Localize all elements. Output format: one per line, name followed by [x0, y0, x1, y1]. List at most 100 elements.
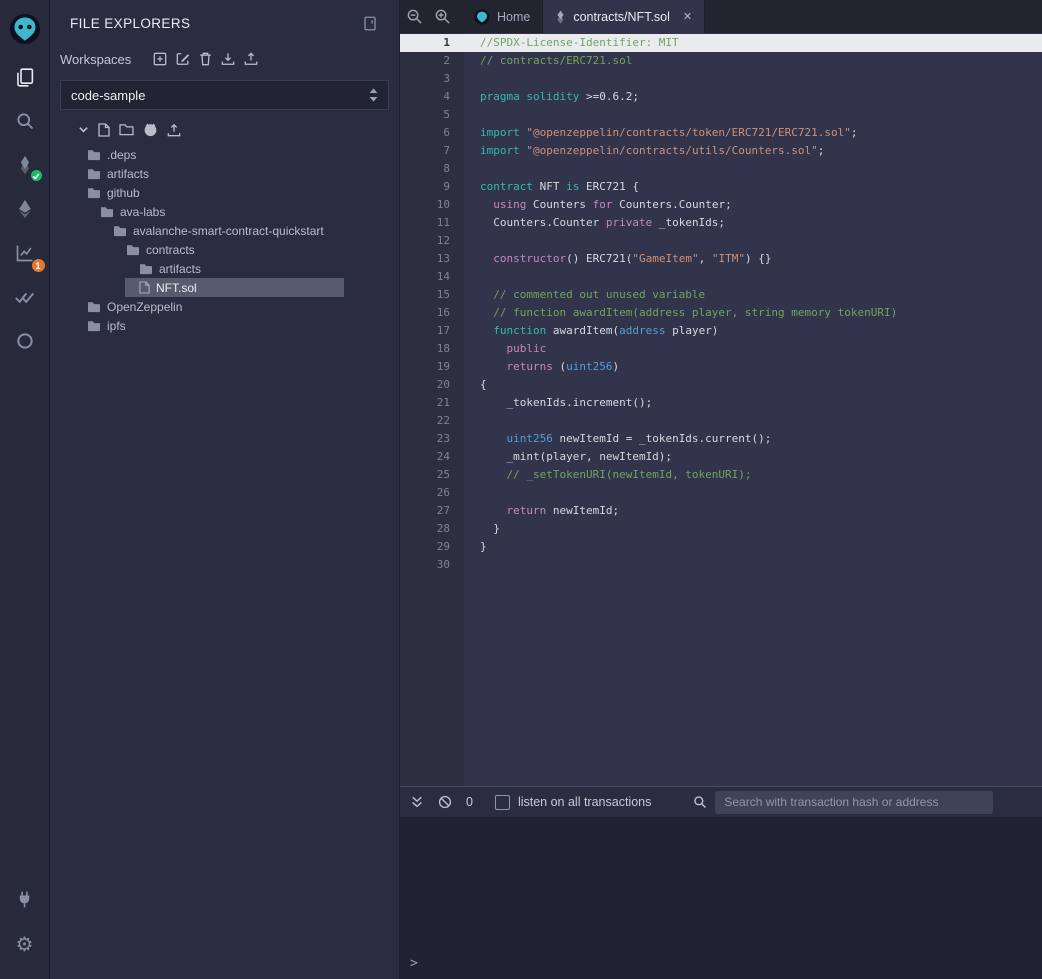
- code-line[interactable]: // _setTokenURI(newItemId, tokenURI);: [464, 466, 1042, 484]
- tree-folder-contracts[interactable]: contracts: [50, 240, 399, 259]
- publish-to-gist-icon[interactable]: [167, 123, 181, 137]
- new-folder-icon[interactable]: [119, 123, 134, 136]
- code-line[interactable]: [464, 268, 1042, 286]
- line-number[interactable]: 20: [400, 376, 464, 394]
- line-number[interactable]: 5: [400, 106, 464, 124]
- line-number[interactable]: 21: [400, 394, 464, 412]
- create-workspace-icon[interactable]: [153, 52, 167, 66]
- code-line[interactable]: Counters.Counter private _tokenIds;: [464, 214, 1042, 232]
- line-number[interactable]: 16: [400, 304, 464, 322]
- tab-contracts-nft-sol[interactable]: contracts/NFT.sol ✕: [543, 0, 705, 33]
- line-number[interactable]: 25: [400, 466, 464, 484]
- code-line[interactable]: // function awardItem(address player, st…: [464, 304, 1042, 322]
- line-number[interactable]: 10: [400, 196, 464, 214]
- code-line[interactable]: [464, 412, 1042, 430]
- line-number[interactable]: 11: [400, 214, 464, 232]
- tree-folder-ipfs[interactable]: ipfs: [50, 316, 399, 335]
- line-number[interactable]: 22: [400, 412, 464, 430]
- expand-terminal-icon[interactable]: [410, 795, 424, 809]
- code-line[interactable]: }: [464, 538, 1042, 556]
- line-number[interactable]: 13: [400, 250, 464, 268]
- tree-folder-avalanche-smart-contract-quickstart[interactable]: avalanche-smart-contract-quickstart: [50, 221, 399, 240]
- line-number[interactable]: 14: [400, 268, 464, 286]
- line-number[interactable]: 6: [400, 124, 464, 142]
- line-number[interactable]: 30: [400, 556, 464, 574]
- code-line[interactable]: [464, 106, 1042, 124]
- remix-logo-icon[interactable]: [0, 5, 50, 53]
- tree-file-NFT.sol[interactable]: NFT.sol: [125, 278, 344, 297]
- restore-workspaces-icon[interactable]: [244, 52, 258, 66]
- line-number[interactable]: 2: [400, 52, 464, 70]
- line-number[interactable]: 4: [400, 88, 464, 106]
- line-number[interactable]: 26: [400, 484, 464, 502]
- settings-gear-icon[interactable]: ⚙: [0, 923, 50, 967]
- line-number[interactable]: 1: [400, 34, 464, 52]
- tree-folder-ava-labs[interactable]: ava-labs: [50, 202, 399, 221]
- code-editor[interactable]: 1234567891011121314151617181920212223242…: [400, 33, 1042, 786]
- code-line[interactable]: // commented out unused variable: [464, 286, 1042, 304]
- code-line[interactable]: import "@openzeppelin/contracts/utils/Co…: [464, 142, 1042, 160]
- listen-transactions-label[interactable]: listen on all transactions: [518, 795, 651, 809]
- new-file-icon[interactable]: [98, 123, 110, 137]
- plugin-circle-icon[interactable]: [0, 319, 50, 363]
- code-line[interactable]: constructor() ERC721("GameItem", "ITM") …: [464, 250, 1042, 268]
- close-tab-icon[interactable]: ✕: [683, 10, 692, 23]
- code-line[interactable]: using Counters for Counters.Counter;: [464, 196, 1042, 214]
- line-number[interactable]: 3: [400, 70, 464, 88]
- line-number[interactable]: 9: [400, 178, 464, 196]
- code-line[interactable]: [464, 232, 1042, 250]
- line-number[interactable]: 19: [400, 358, 464, 376]
- analytics-icon[interactable]: 1: [0, 231, 50, 275]
- code-line[interactable]: return newItemId;: [464, 502, 1042, 520]
- line-number[interactable]: 17: [400, 322, 464, 340]
- code-line[interactable]: uint256 newItemId = _tokenIds.current();: [464, 430, 1042, 448]
- code-line[interactable]: _mint(player, newItemId);: [464, 448, 1042, 466]
- zoom-out-icon[interactable]: [400, 0, 428, 33]
- tree-folder-artifacts[interactable]: artifacts: [50, 259, 399, 278]
- code-line[interactable]: function awardItem(address player): [464, 322, 1042, 340]
- code-line[interactable]: pragma solidity >=0.6.2;: [464, 88, 1042, 106]
- code-line[interactable]: returns (uint256): [464, 358, 1042, 376]
- rename-workspace-icon[interactable]: [176, 52, 190, 66]
- search-icon[interactable]: [0, 99, 50, 143]
- documentation-icon[interactable]: [363, 16, 377, 31]
- clear-console-icon[interactable]: [438, 795, 452, 809]
- line-number[interactable]: 12: [400, 232, 464, 250]
- tree-folder-.deps[interactable]: .deps: [50, 145, 399, 164]
- tree-folder-github[interactable]: github: [50, 183, 399, 202]
- zoom-in-icon[interactable]: [428, 0, 456, 33]
- code-line[interactable]: [464, 556, 1042, 574]
- line-number[interactable]: 27: [400, 502, 464, 520]
- tree-folder-artifacts[interactable]: artifacts: [50, 164, 399, 183]
- tree-folder-OpenZeppelin[interactable]: OpenZeppelin: [50, 297, 399, 316]
- solidity-compiler-icon[interactable]: [0, 143, 50, 187]
- code-line[interactable]: _tokenIds.increment();: [464, 394, 1042, 412]
- line-number[interactable]: 23: [400, 430, 464, 448]
- code-line[interactable]: contract NFT is ERC721 {: [464, 178, 1042, 196]
- tab-home[interactable]: Home: [462, 0, 543, 33]
- line-number[interactable]: 28: [400, 520, 464, 538]
- plugin-manager-icon[interactable]: [0, 877, 50, 921]
- code-line[interactable]: [464, 160, 1042, 178]
- line-number[interactable]: 8: [400, 160, 464, 178]
- line-number[interactable]: 24: [400, 448, 464, 466]
- code-line[interactable]: [464, 70, 1042, 88]
- code-line[interactable]: [464, 484, 1042, 502]
- line-number[interactable]: 7: [400, 142, 464, 160]
- line-number[interactable]: 15: [400, 286, 464, 304]
- line-number[interactable]: 29: [400, 538, 464, 556]
- code-line[interactable]: public: [464, 340, 1042, 358]
- code-line[interactable]: }: [464, 520, 1042, 538]
- code-line[interactable]: {: [464, 376, 1042, 394]
- terminal-search-input[interactable]: [715, 791, 993, 814]
- code-line[interactable]: //SPDX-License-Identifier: MIT: [464, 34, 1042, 52]
- file-explorer-tab-icon[interactable]: [0, 55, 50, 99]
- download-workspaces-icon[interactable]: [221, 52, 235, 66]
- deploy-run-icon[interactable]: [0, 187, 50, 231]
- listen-transactions-checkbox[interactable]: [495, 795, 510, 810]
- line-number[interactable]: 18: [400, 340, 464, 358]
- workspace-chevron-down-icon[interactable]: [78, 124, 89, 135]
- workspace-select[interactable]: code-sample: [60, 80, 389, 110]
- github-clone-icon[interactable]: [143, 122, 158, 137]
- delete-workspace-icon[interactable]: [199, 52, 212, 66]
